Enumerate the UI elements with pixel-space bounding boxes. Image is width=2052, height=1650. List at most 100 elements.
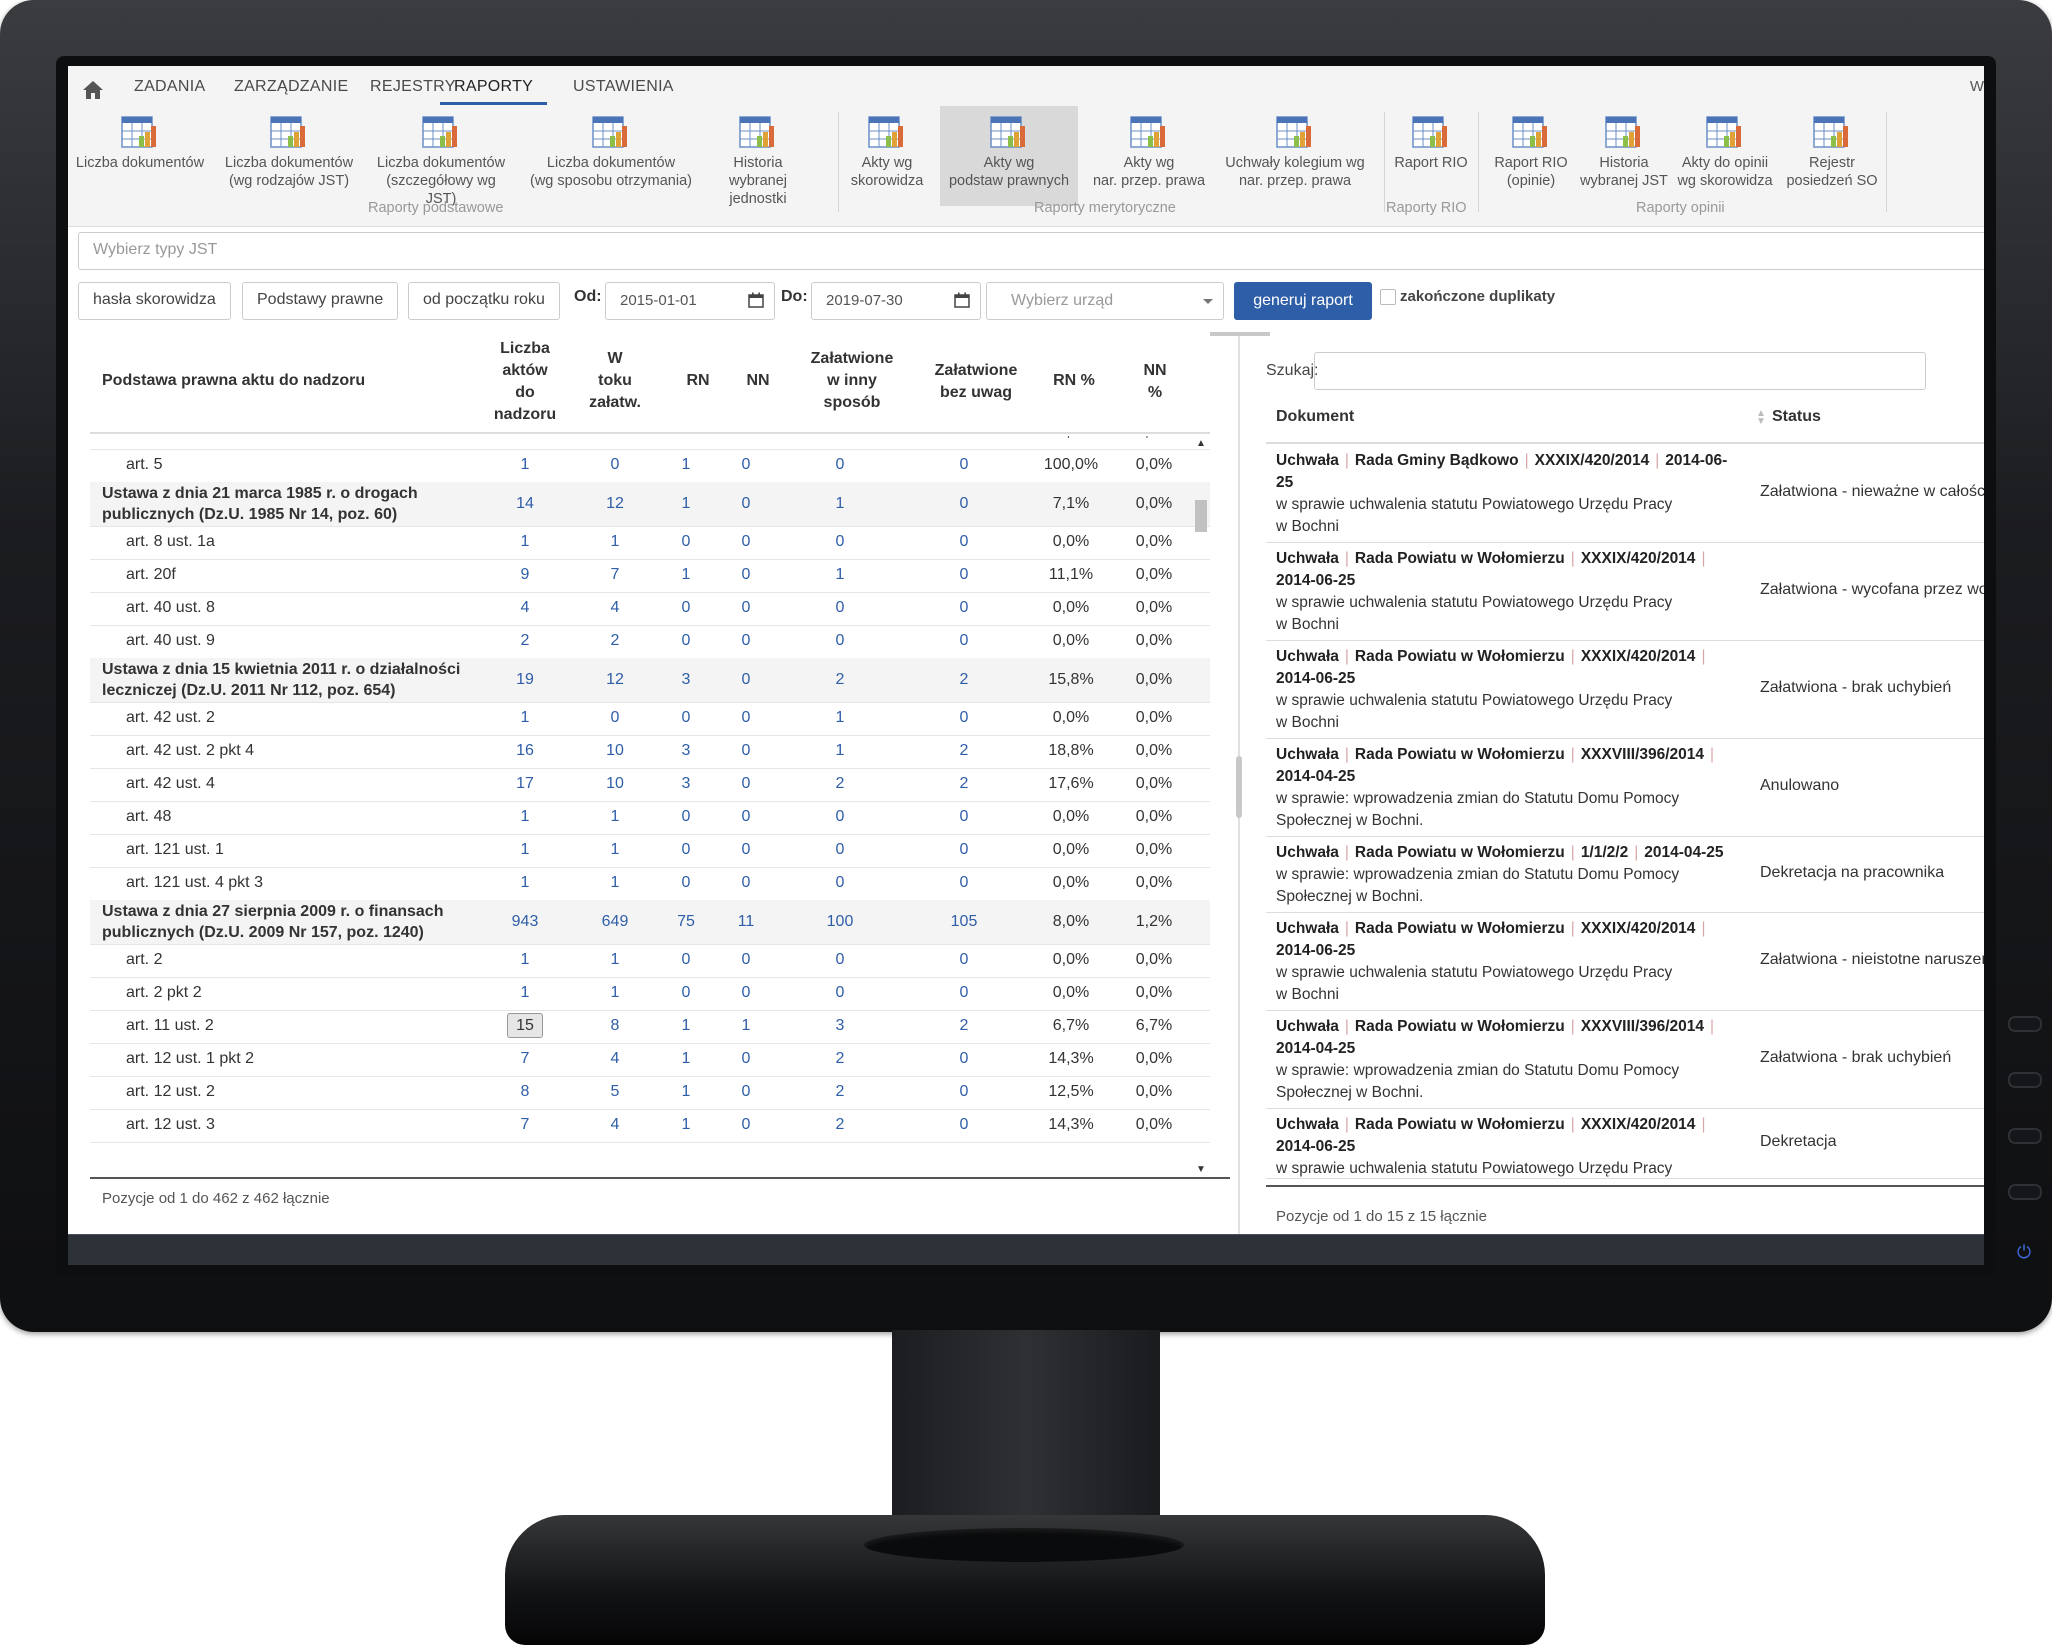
- row-value[interactable]: 1: [666, 456, 706, 474]
- row-value[interactable]: 0: [726, 495, 766, 513]
- row-value[interactable]: 0: [666, 632, 706, 650]
- panel-resize-handle[interactable]: [1236, 756, 1242, 818]
- search-input[interactable]: [1314, 352, 1926, 390]
- ribbon-button-4[interactable]: Liczba dokumentów (wg sposobu otrzymania): [520, 106, 702, 206]
- row-value[interactable]: 0: [726, 742, 766, 760]
- table-row[interactable]: art. 4 2 1 1 0 0 0 50,0% 0,0%: [90, 436, 1210, 450]
- row-value[interactable]: 0: [666, 808, 706, 826]
- row-value[interactable]: 0: [726, 632, 766, 650]
- row-value[interactable]: 0: [666, 709, 706, 727]
- nav-zarzadzanie[interactable]: ZARZĄDZANIE: [234, 78, 348, 96]
- row-value[interactable]: 14: [490, 495, 560, 513]
- row-value[interactable]: 1: [490, 874, 560, 892]
- row-value[interactable]: 4: [580, 599, 650, 617]
- ribbon-button-7[interactable]: Akty wg podstaw prawnych: [940, 106, 1078, 206]
- ribbon-button-3[interactable]: Liczba dokumentów (szczegółowy wg JST): [370, 106, 512, 207]
- row-value[interactable]: 7: [580, 566, 650, 584]
- row-value[interactable]: 1: [490, 808, 560, 826]
- jst-type-select[interactable]: Wybierz typy JST: [78, 232, 1984, 270]
- row-value[interactable]: 3: [790, 1017, 890, 1035]
- row-value[interactable]: 1: [490, 456, 560, 474]
- row-value[interactable]: 0: [914, 566, 1014, 584]
- sort-icon[interactable]: ▲ ▼: [1756, 409, 1766, 427]
- row-value[interactable]: 4: [580, 1050, 650, 1068]
- row-value[interactable]: 19: [490, 671, 560, 689]
- row-value[interactable]: 2: [490, 436, 560, 441]
- table-row[interactable]: art. 5 1 0 1 0 0 0 100,0% 0,0%: [90, 449, 1210, 483]
- row-value[interactable]: 1: [666, 1116, 706, 1134]
- row-value[interactable]: 0: [726, 775, 766, 793]
- row-value[interactable]: 1: [580, 984, 650, 1002]
- row-value[interactable]: 0: [666, 533, 706, 551]
- ribbon-button-2[interactable]: Liczba dokumentów (wg rodzajów JST): [218, 106, 360, 206]
- row-value[interactable]: 1: [666, 1050, 706, 1068]
- row-value[interactable]: 0: [790, 436, 890, 441]
- generate-report-button[interactable]: generuj raport: [1234, 282, 1372, 320]
- table-row[interactable]: art. 12 ust. 3 7 4 1 0 2 0 14,3% 0,0%: [90, 1109, 1210, 1143]
- row-value[interactable]: 105: [914, 913, 1014, 931]
- row-value[interactable]: 1: [790, 742, 890, 760]
- row-value[interactable]: 2: [790, 671, 890, 689]
- row-value[interactable]: 0: [914, 632, 1014, 650]
- ribbon-button-14[interactable]: Rejestr posiedzeń SO: [1780, 106, 1884, 206]
- row-value[interactable]: 1: [790, 709, 890, 727]
- row-value[interactable]: 0: [790, 533, 890, 551]
- document-title[interactable]: Uchwała | Rada Powiatu w Wołomierzu | XXXVII…: [1276, 744, 1720, 766]
- home-icon[interactable]: [82, 80, 104, 100]
- ribbon-button-10[interactable]: Raport RIO: [1388, 106, 1474, 206]
- row-value[interactable]: 17: [490, 775, 560, 793]
- document-row[interactable]: Uchwała | Rada Powiatu w Wołomierzu | XXXIX/…: [1266, 912, 1984, 1011]
- row-value[interactable]: 1: [580, 436, 650, 441]
- col-rn[interactable]: RN: [678, 370, 718, 392]
- table-scrollbar[interactable]: ▲ ▼: [1192, 436, 1208, 1177]
- row-value[interactable]: 0: [914, 951, 1014, 969]
- row-value[interactable]: 7: [490, 1050, 560, 1068]
- row-value[interactable]: 0: [914, 874, 1014, 892]
- row-value[interactable]: 943: [490, 913, 560, 931]
- row-value[interactable]: 0: [726, 436, 766, 441]
- row-value[interactable]: 2: [790, 1050, 890, 1068]
- row-value[interactable]: 649: [580, 913, 650, 931]
- row-value[interactable]: 2: [790, 1116, 890, 1134]
- urzad-select[interactable]: Wybierz urząd: [986, 282, 1224, 320]
- row-value[interactable]: 2: [790, 1083, 890, 1101]
- table-row[interactable]: art. 12 ust. 2 8 5 1 0 2 0 12,5% 0,0%: [90, 1076, 1210, 1110]
- row-value[interactable]: 2: [914, 1017, 1014, 1035]
- col-nn-pct[interactable]: NN %: [1130, 360, 1180, 404]
- row-value[interactable]: 16: [490, 742, 560, 760]
- row-value[interactable]: 3: [666, 742, 706, 760]
- ribbon-button-6[interactable]: Akty wg skorowidza: [844, 106, 930, 206]
- row-value[interactable]: 1: [490, 984, 560, 1002]
- row-value[interactable]: 0: [914, 1083, 1014, 1101]
- row-value[interactable]: 100: [790, 913, 890, 931]
- row-value[interactable]: 0: [790, 599, 890, 617]
- row-value[interactable]: 0: [666, 984, 706, 1002]
- col-zal-bez[interactable]: Załatwione bez uwag: [926, 360, 1026, 404]
- row-value[interactable]: 1: [726, 1017, 766, 1035]
- row-value[interactable]: 0: [914, 984, 1014, 1002]
- ribbon-button-8[interactable]: Akty wg nar. przep. prawa: [1086, 106, 1212, 206]
- document-row[interactable]: Uchwała | Rada Powiatu w Wołomierzu | XXXIX/…: [1266, 640, 1984, 739]
- date-from-input[interactable]: 2015-01-01: [605, 282, 775, 320]
- row-value[interactable]: 0: [914, 841, 1014, 859]
- row-value[interactable]: 1: [580, 841, 650, 859]
- row-value[interactable]: 0: [666, 874, 706, 892]
- table-row[interactable]: art. 2 pkt 2 1 1 0 0 0 0 0,0% 0,0%: [90, 977, 1210, 1011]
- table-row[interactable]: art. 40 ust. 9 2 2 0 0 0 0 0,0% 0,0%: [90, 625, 1210, 659]
- document-row[interactable]: Uchwała | Rada Powiatu w Wołomierzu | 1/1/2/…: [1266, 836, 1984, 913]
- row-value[interactable]: 0: [726, 951, 766, 969]
- row-value[interactable]: 0: [790, 841, 890, 859]
- row-value[interactable]: 7: [490, 1116, 560, 1134]
- document-title[interactable]: Uchwała | Rada Powiatu w Wołomierzu | 1/1/2/…: [1276, 842, 1724, 864]
- row-value[interactable]: 1: [490, 533, 560, 551]
- row-value[interactable]: 4: [580, 1116, 650, 1134]
- row-value[interactable]: 0: [914, 1050, 1014, 1068]
- row-value[interactable]: 0: [726, 456, 766, 474]
- row-value[interactable]: 10: [580, 775, 650, 793]
- calendar-icon[interactable]: [954, 292, 970, 308]
- group-row[interactable]: Ustawa z dnia 15 kwietnia 2011 r. o dzia…: [90, 658, 1210, 703]
- row-value[interactable]: 0: [726, 671, 766, 689]
- scroll-up-icon[interactable]: ▲: [1196, 438, 1206, 449]
- row-value[interactable]: 12: [580, 495, 650, 513]
- document-title[interactable]: Uchwała | Rada Powiatu w Wołomierzu | XXXIX/…: [1276, 918, 1711, 940]
